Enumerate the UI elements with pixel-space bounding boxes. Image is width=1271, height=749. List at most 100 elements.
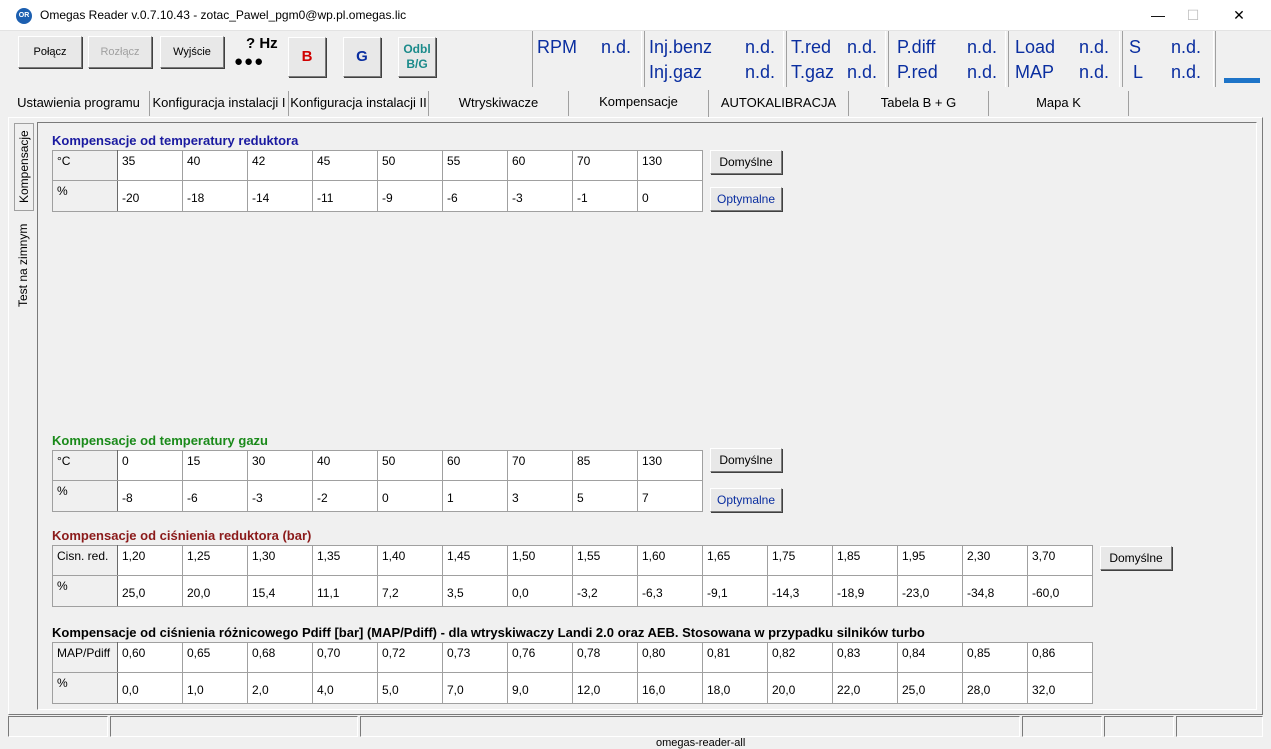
gas-pct-cell[interactable]: 0 (377, 480, 443, 512)
pdiff-cell[interactable]: 0,65 (182, 642, 248, 673)
gas-pct-cell[interactable]: -2 (312, 480, 378, 512)
pressure-pct-cell[interactable]: 0,0 (507, 575, 573, 607)
pressure-pct-cell[interactable]: 25,0 (117, 575, 183, 607)
pressure-pct-cell[interactable]: -60,0 (1027, 575, 1093, 607)
pdiff-cell[interactable]: 0,70 (312, 642, 378, 673)
tab-kompensacje[interactable]: Kompensacje (569, 90, 709, 117)
gas-temp-cell[interactable]: 130 (637, 450, 703, 481)
gas-temp-cell[interactable]: 50 (377, 450, 443, 481)
pdiff-cell[interactable]: 0,86 (1027, 642, 1093, 673)
gas-optimal-button[interactable]: Optymalne (710, 488, 782, 512)
pdiff-cell[interactable]: 0,76 (507, 642, 573, 673)
pressure-cell[interactable]: 2,30 (962, 545, 1028, 576)
gas-pct-cell[interactable]: 3 (507, 480, 573, 512)
reductor-pct-cell[interactable]: -11 (312, 180, 378, 212)
pressure-cell[interactable]: 1,65 (702, 545, 768, 576)
pdiff-cell[interactable]: 0,68 (247, 642, 313, 673)
reductor-temp-cell[interactable]: 60 (507, 150, 573, 181)
tab-mapa-k[interactable]: Mapa K (989, 91, 1129, 116)
gas-temp-cell[interactable]: 60 (442, 450, 508, 481)
pressure-pct-cell[interactable]: -6,3 (637, 575, 703, 607)
pressure-cell[interactable]: 1,30 (247, 545, 313, 576)
pressure-pct-cell[interactable]: -34,8 (962, 575, 1028, 607)
tab-tabela-bg[interactable]: Tabela B + G (849, 91, 989, 116)
pressure-default-button[interactable]: Domyślne (1100, 546, 1172, 570)
disconnect-button[interactable]: Rozłącz (88, 36, 152, 68)
reductor-temp-cell[interactable]: 130 (637, 150, 703, 181)
pressure-pct-cell[interactable]: 3,5 (442, 575, 508, 607)
gas-pct-cell[interactable]: -6 (182, 480, 248, 512)
reductor-default-button[interactable]: Domyślne (710, 150, 782, 174)
reductor-pct-cell[interactable]: -3 (507, 180, 573, 212)
reductor-temp-cell[interactable]: 70 (572, 150, 638, 181)
reductor-temp-cell[interactable]: 45 (312, 150, 378, 181)
tab-konfiguracja-1[interactable]: Konfiguracja instalacji I (150, 91, 289, 116)
reductor-pct-cell[interactable]: 0 (637, 180, 703, 212)
pdiff-pct-cell[interactable]: 7,0 (442, 672, 508, 704)
gas-temp-cell[interactable]: 70 (507, 450, 573, 481)
pdiff-pct-cell[interactable]: 16,0 (637, 672, 703, 704)
pressure-pct-cell[interactable]: -18,9 (832, 575, 898, 607)
pdiff-pct-cell[interactable]: 20,0 (767, 672, 833, 704)
pressure-cell[interactable]: 1,50 (507, 545, 573, 576)
gas-temp-cell[interactable]: 0 (117, 450, 183, 481)
pdiff-pct-cell[interactable]: 28,0 (962, 672, 1028, 704)
reductor-pct-cell[interactable]: -9 (377, 180, 443, 212)
pdiff-pct-cell[interactable]: 0,0 (117, 672, 183, 704)
pdiff-cell[interactable]: 0,81 (702, 642, 768, 673)
pdiff-cell[interactable]: 0,84 (897, 642, 963, 673)
pdiff-cell[interactable]: 0,85 (962, 642, 1028, 673)
pdiff-pct-cell[interactable]: 1,0 (182, 672, 248, 704)
pdiff-pct-cell[interactable]: 4,0 (312, 672, 378, 704)
pdiff-cell[interactable]: 0,60 (117, 642, 183, 673)
gas-pct-cell[interactable]: 7 (637, 480, 703, 512)
pressure-pct-cell[interactable]: 15,4 (247, 575, 313, 607)
pressure-cell[interactable]: 1,45 (442, 545, 508, 576)
exit-button[interactable]: Wyjście (160, 36, 224, 68)
g-mode-button[interactable]: G (343, 37, 381, 77)
reductor-temp-cell[interactable]: 40 (182, 150, 248, 181)
reductor-pct-cell[interactable]: -1 (572, 180, 638, 212)
close-button[interactable]: ✕ (1216, 0, 1262, 31)
gas-temp-cell[interactable]: 40 (312, 450, 378, 481)
gas-temp-cell[interactable]: 30 (247, 450, 313, 481)
pressure-cell[interactable]: 1,95 (897, 545, 963, 576)
tab-wtryskiwacze[interactable]: Wtryskiwacze (429, 91, 569, 116)
pressure-cell[interactable]: 1,85 (832, 545, 898, 576)
pressure-cell[interactable]: 3,70 (1027, 545, 1093, 576)
reductor-optimal-button[interactable]: Optymalne (710, 187, 782, 211)
maximize-button[interactable]: ☐ (1170, 0, 1216, 31)
pdiff-pct-cell[interactable]: 5,0 (377, 672, 443, 704)
pdiff-pct-cell[interactable]: 18,0 (702, 672, 768, 704)
tab-autokalibracja[interactable]: AUTOKALIBRACJA (709, 91, 849, 116)
pressure-pct-cell[interactable]: -23,0 (897, 575, 963, 607)
pdiff-cell[interactable]: 0,78 (572, 642, 638, 673)
pdiff-pct-cell[interactable]: 25,0 (897, 672, 963, 704)
reductor-temp-cell[interactable]: 35 (117, 150, 183, 181)
pdiff-pct-cell[interactable]: 32,0 (1027, 672, 1093, 704)
pdiff-cell[interactable]: 0,73 (442, 642, 508, 673)
pressure-cell[interactable]: 1,55 (572, 545, 638, 576)
reductor-temp-cell[interactable]: 50 (377, 150, 443, 181)
pressure-pct-cell[interactable]: 11,1 (312, 575, 378, 607)
reductor-pct-cell[interactable]: -18 (182, 180, 248, 212)
pressure-pct-cell[interactable]: -3,2 (572, 575, 638, 607)
reductor-pct-cell[interactable]: -6 (442, 180, 508, 212)
pressure-pct-cell[interactable]: 20,0 (182, 575, 248, 607)
pressure-cell[interactable]: 1,60 (637, 545, 703, 576)
pressure-pct-cell[interactable]: -9,1 (702, 575, 768, 607)
pressure-cell[interactable]: 1,25 (182, 545, 248, 576)
gas-pct-cell[interactable]: -3 (247, 480, 313, 512)
gas-temp-cell[interactable]: 85 (572, 450, 638, 481)
gas-temp-cell[interactable]: 15 (182, 450, 248, 481)
reductor-temp-cell[interactable]: 42 (247, 150, 313, 181)
tab-ustawienia-programu[interactable]: Ustawienia programu (8, 91, 150, 116)
gas-pct-cell[interactable]: 1 (442, 480, 508, 512)
pdiff-pct-cell[interactable]: 22,0 (832, 672, 898, 704)
pressure-cell[interactable]: 1,75 (767, 545, 833, 576)
side-tab-kompensacje[interactable]: Kompensacje (14, 123, 34, 211)
gas-pct-cell[interactable]: 5 (572, 480, 638, 512)
odbl-bg-button[interactable]: Odbl B/G (398, 37, 436, 77)
side-tab-test-na-zimnym[interactable]: Test na zimnym (14, 213, 34, 317)
b-mode-button[interactable]: B (288, 37, 326, 77)
